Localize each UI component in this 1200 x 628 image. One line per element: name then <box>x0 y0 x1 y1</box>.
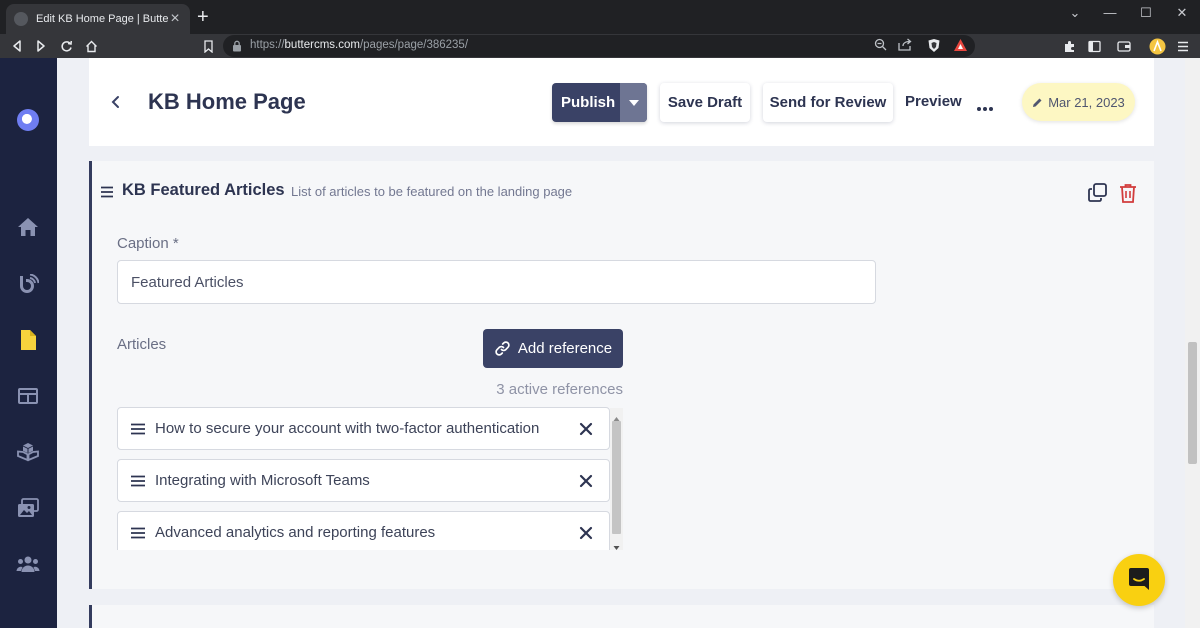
reference-item[interactable]: Advanced analytics and reporting feature… <box>117 511 610 550</box>
link-icon <box>495 341 510 356</box>
zoom-icon[interactable] <box>874 38 887 56</box>
add-reference-label: Add reference <box>517 340 613 357</box>
address-bar[interactable]: https://buttercms.com/pages/page/386235/ <box>223 35 975 57</box>
section-drag-icon[interactable] <box>101 185 113 198</box>
remove-reference-icon[interactable] <box>579 526 593 540</box>
content-types-icon[interactable] <box>16 384 40 408</box>
blog-icon[interactable] <box>16 273 40 297</box>
date-badge[interactable]: Mar 21, 2023 <box>1022 83 1135 121</box>
caption-label: Caption * <box>117 235 179 252</box>
scroll-down-arrow-icon[interactable] <box>611 539 622 550</box>
drag-handle-icon[interactable] <box>131 527 145 539</box>
copy-icon[interactable] <box>1088 183 1107 202</box>
pencil-icon <box>1033 98 1042 107</box>
new-tab-button[interactable]: + <box>197 7 209 27</box>
butter-logo-icon[interactable] <box>17 109 39 131</box>
sidebar-toggle-icon[interactable] <box>1085 37 1103 55</box>
url-path: /pages/page/386235/ <box>359 39 469 51</box>
trash-icon[interactable] <box>1119 183 1137 203</box>
reference-item[interactable]: How to secure your account with two-fact… <box>117 407 610 450</box>
collections-icon[interactable] <box>16 440 40 464</box>
share-icon[interactable] <box>898 38 912 56</box>
media-icon[interactable] <box>16 496 40 520</box>
reference-title: How to secure your account with two-fact… <box>155 420 540 437</box>
page-title: KB Home Page <box>148 89 306 114</box>
tab-close-icon[interactable]: × <box>168 11 182 27</box>
brave-shield-icon[interactable] <box>927 38 941 58</box>
reference-title: Advanced analytics and reporting feature… <box>155 524 436 541</box>
url-text: https://buttercms.com/pages/page/386235/ <box>250 39 468 51</box>
close-window-button[interactable]: ✕ <box>1172 5 1192 21</box>
reference-title: Integrating with Microsoft Teams <box>155 472 370 489</box>
section-title: KB Featured Articles <box>122 181 285 199</box>
browser-menu-icon[interactable] <box>1174 37 1192 55</box>
section-description: List of articles to be featured on the l… <box>291 184 573 199</box>
browser-tab-bar: Edit KB Home Page | ButterCMS × + ⌄ — ☐ … <box>0 0 1200 34</box>
wallet-icon[interactable] <box>1115 37 1133 55</box>
page-scroll-thumb[interactable] <box>1188 342 1197 464</box>
remove-reference-icon[interactable] <box>579 422 593 436</box>
references-list[interactable]: How to secure your account with two-fact… <box>117 407 623 550</box>
preview-button[interactable]: Preview <box>905 93 962 110</box>
profile-avatar-icon[interactable] <box>1148 37 1166 55</box>
active-references-count: 3 active references <box>496 381 623 398</box>
browser-toolbar: https://buttercms.com/pages/page/386235/ <box>0 34 1200 58</box>
home-icon[interactable] <box>16 215 40 239</box>
users-icon[interactable] <box>16 552 40 576</box>
publish-dropdown-icon[interactable] <box>620 83 647 122</box>
home-browser-icon[interactable] <box>82 37 100 55</box>
scroll-up-arrow-icon[interactable] <box>611 410 622 421</box>
save-draft-button[interactable]: Save Draft <box>660 83 750 122</box>
more-options-icon[interactable] <box>976 99 994 111</box>
chat-launcher-button[interactable] <box>1113 554 1165 606</box>
forward-icon[interactable] <box>32 37 50 55</box>
date-label: Mar 21, 2023 <box>1048 94 1125 110</box>
publish-button[interactable]: Publish <box>552 83 647 122</box>
brave-rewards-icon[interactable] <box>953 38 968 57</box>
articles-label: Articles <box>117 336 167 353</box>
pages-icon[interactable] <box>16 328 40 352</box>
tab-search-button[interactable]: ⌄ <box>1065 5 1085 21</box>
minimize-button[interactable]: — <box>1100 5 1120 20</box>
chat-icon <box>1129 568 1149 590</box>
url-scheme: https:// <box>250 39 285 51</box>
publish-label: Publish <box>561 94 616 111</box>
caption-input[interactable] <box>117 260 876 304</box>
send-for-review-button[interactable]: Send for Review <box>763 83 893 122</box>
bookmark-icon[interactable] <box>199 37 217 55</box>
maximize-button[interactable]: ☐ <box>1136 5 1156 21</box>
lock-icon <box>232 39 242 57</box>
reload-icon[interactable] <box>57 37 75 55</box>
back-chevron-icon[interactable] <box>109 93 123 111</box>
extensions-icon[interactable] <box>1060 37 1078 55</box>
drag-handle-icon[interactable] <box>131 475 145 487</box>
tab-title: Edit KB Home Page | ButterCMS <box>36 13 168 25</box>
tab-favicon-icon <box>14 12 28 26</box>
url-host: buttercms.com <box>284 39 360 51</box>
drag-handle-icon[interactable] <box>131 423 145 435</box>
reference-item[interactable]: Integrating with Microsoft Teams <box>117 459 610 502</box>
browser-tab[interactable]: Edit KB Home Page | ButterCMS × <box>6 4 190 34</box>
add-reference-button[interactable]: Add reference <box>483 329 623 368</box>
next-section <box>89 605 1154 628</box>
back-icon[interactable] <box>8 37 26 55</box>
references-scroll-thumb[interactable] <box>612 421 621 534</box>
app-sidebar <box>0 58 57 628</box>
remove-reference-icon[interactable] <box>579 474 593 488</box>
